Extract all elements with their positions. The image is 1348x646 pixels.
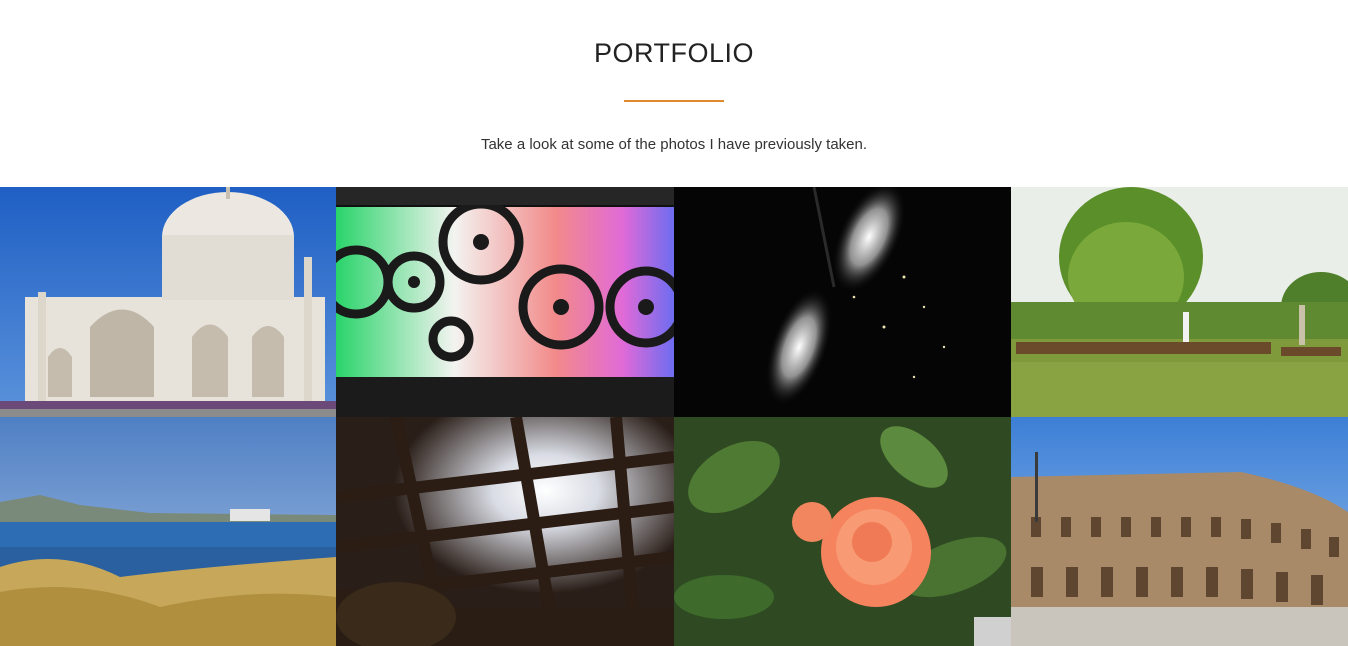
coastal-bay-image — [0, 417, 336, 646]
sparkling-fountain-image — [674, 187, 1011, 417]
taj-mahal-image — [0, 187, 336, 417]
photo-sparkling-fountain[interactable] — [674, 187, 1011, 417]
photo-film-reels[interactable] — [336, 187, 674, 417]
photo-orange-rose[interactable] — [674, 417, 1011, 646]
section-subtitle: Take a look at some of the photos I have… — [480, 136, 868, 153]
portfolio-header: PORTFOLIO Take a look at some of the pho… — [0, 0, 1348, 187]
orange-rose-image — [674, 417, 1011, 646]
punting-river-image — [1011, 187, 1348, 417]
section-title: PORTFOLIO — [593, 38, 755, 68]
portfolio-gallery — [0, 187, 1348, 646]
film-reels-image — [336, 187, 674, 417]
photo-punting-river[interactable] — [1011, 187, 1348, 417]
colosseum-image — [1011, 417, 1348, 646]
photo-coastal-bay[interactable] — [0, 417, 336, 646]
photo-colosseum[interactable] — [1011, 417, 1348, 646]
title-divider — [624, 100, 724, 102]
photo-pergola-sunlight[interactable] — [336, 417, 674, 646]
photo-taj-mahal[interactable] — [0, 187, 336, 417]
pergola-sunlight-image — [336, 417, 674, 646]
